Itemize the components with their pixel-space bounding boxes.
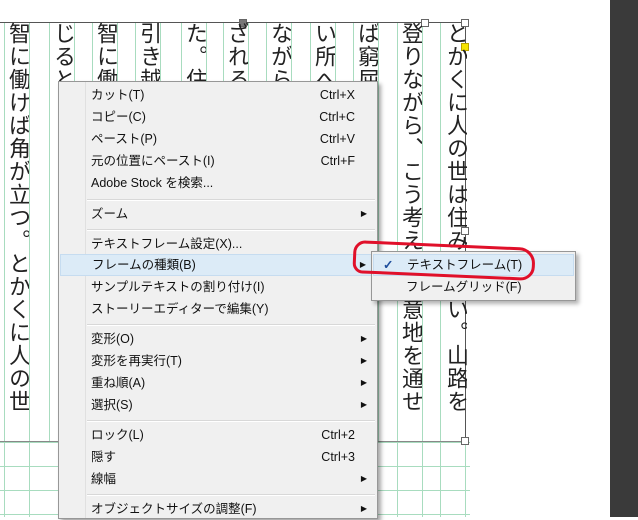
menu-item-label: ズーム [91, 207, 129, 221]
menu-item-label: ストーリーエディターで編集(Y) [91, 302, 269, 316]
menu-item-label: フレームの種類(B) [92, 258, 196, 272]
menu-item-label: 元の位置にペースト(I) [91, 154, 215, 168]
menu-item-lock[interactable]: ロック(L) Ctrl+2 [60, 424, 376, 446]
menu-item-arrange[interactable]: 重ね順(A) ▶ [60, 372, 376, 394]
menu-item-hide[interactable]: 隠す Ctrl+3 [60, 446, 376, 468]
menu-item-label: 変形(O) [91, 332, 135, 346]
menu-item-label: カット(T) [91, 88, 145, 102]
context-menu: カット(T) Ctrl+X コピー(C) Ctrl+C ペースト(P) Ctrl… [58, 81, 378, 519]
menu-item-label: ペースト(P) [91, 132, 158, 146]
menu-item-label: ロック(L) [91, 428, 144, 442]
pasteboard-edge [610, 0, 638, 517]
menu-item-transform[interactable]: 変形(O) ▶ [60, 328, 376, 350]
menu-item-label: コピー(C) [91, 110, 146, 124]
submenu-arrow-icon: ▶ [360, 474, 367, 483]
submenu-arrow-icon: ▶ [360, 400, 367, 409]
menu-item-label: オブジェクトサイズの調整(F) [91, 502, 257, 516]
menu-separator [87, 494, 375, 496]
menu-item-shortcut: Ctrl+3 [321, 450, 355, 464]
menu-separator [87, 199, 375, 201]
submenu-item-frame-grid[interactable]: フレームグリッド(F) [373, 276, 574, 298]
menu-item-paste[interactable]: ペースト(P) Ctrl+V [60, 128, 376, 150]
menu-separator [87, 420, 375, 422]
text-column: 智に働けば角が立つ。とかくに人の世 [5, 22, 29, 413]
submenu-arrow-icon: ▶ [360, 356, 367, 365]
submenu-item-label: フレームグリッド(F) [406, 280, 522, 294]
submenu-arrow-icon: ▶ [360, 378, 367, 387]
menu-item-label: 線幅 [91, 472, 117, 486]
menu-item-shortcut: Ctrl+C [319, 110, 355, 124]
menu-item-transform-again[interactable]: 変形を再実行(T) ▶ [60, 350, 376, 372]
menu-item-paste-in-place[interactable]: 元の位置にペースト(I) Ctrl+F [60, 150, 376, 172]
menu-item-label: 選択(S) [91, 398, 133, 412]
text-column: とかくに人の世は住みにくい。山路を [443, 22, 467, 413]
menu-item-search-adobe-stock[interactable]: Adobe Stock を検索... [60, 172, 376, 194]
submenu-arrow-icon: ▶ [360, 334, 367, 343]
frame-handle-top-right-in[interactable] [421, 19, 429, 27]
frame-grid-column [4, 442, 30, 517]
menu-item-label: サンプルテキストの割り付け(I) [91, 280, 265, 294]
menu-item-edit-in-story-editor[interactable]: ストーリーエディターで編集(Y) [60, 298, 376, 320]
menu-item-cut[interactable]: カット(T) Ctrl+X [60, 84, 376, 106]
menu-item-label: テキストフレーム設定(X)... [91, 237, 243, 251]
menu-item-stroke-weight[interactable]: 線幅 ▶ [60, 468, 376, 490]
menu-item-text-frame-options[interactable]: テキストフレーム設定(X)... [60, 233, 376, 255]
frame-grid-column [440, 442, 466, 517]
menu-item-select[interactable]: 選択(S) ▶ [60, 394, 376, 416]
menu-item-shortcut: Ctrl+V [319, 132, 355, 146]
menu-item-zoom[interactable]: ズーム ▶ [60, 203, 376, 225]
menu-item-shortcut: Ctrl+2 [321, 428, 355, 442]
menu-item-label: 隠す [91, 450, 117, 464]
frame-grid-column [397, 442, 423, 517]
menu-item-shortcut: Ctrl+X [319, 88, 355, 102]
menu-item-copy[interactable]: コピー(C) Ctrl+C [60, 106, 376, 128]
menu-separator [87, 229, 375, 231]
menu-item-frame-type[interactable]: フレームの種類(B) ▶ [60, 254, 376, 276]
menu-separator [87, 324, 375, 326]
menu-item-fill-placeholder-text[interactable]: サンプルテキストの割り付け(I) [60, 276, 376, 298]
menu-item-label: 重ね順(A) [91, 376, 146, 390]
menu-item-label: 変形を再実行(T) [91, 354, 182, 368]
menu-item-shortcut: Ctrl+F [320, 154, 355, 168]
menu-item-label: Adobe Stock を検索... [91, 176, 214, 190]
text-column: 登りながら、こう考えた。意地を通せ [398, 22, 422, 413]
submenu-arrow-icon: ▶ [360, 209, 367, 218]
